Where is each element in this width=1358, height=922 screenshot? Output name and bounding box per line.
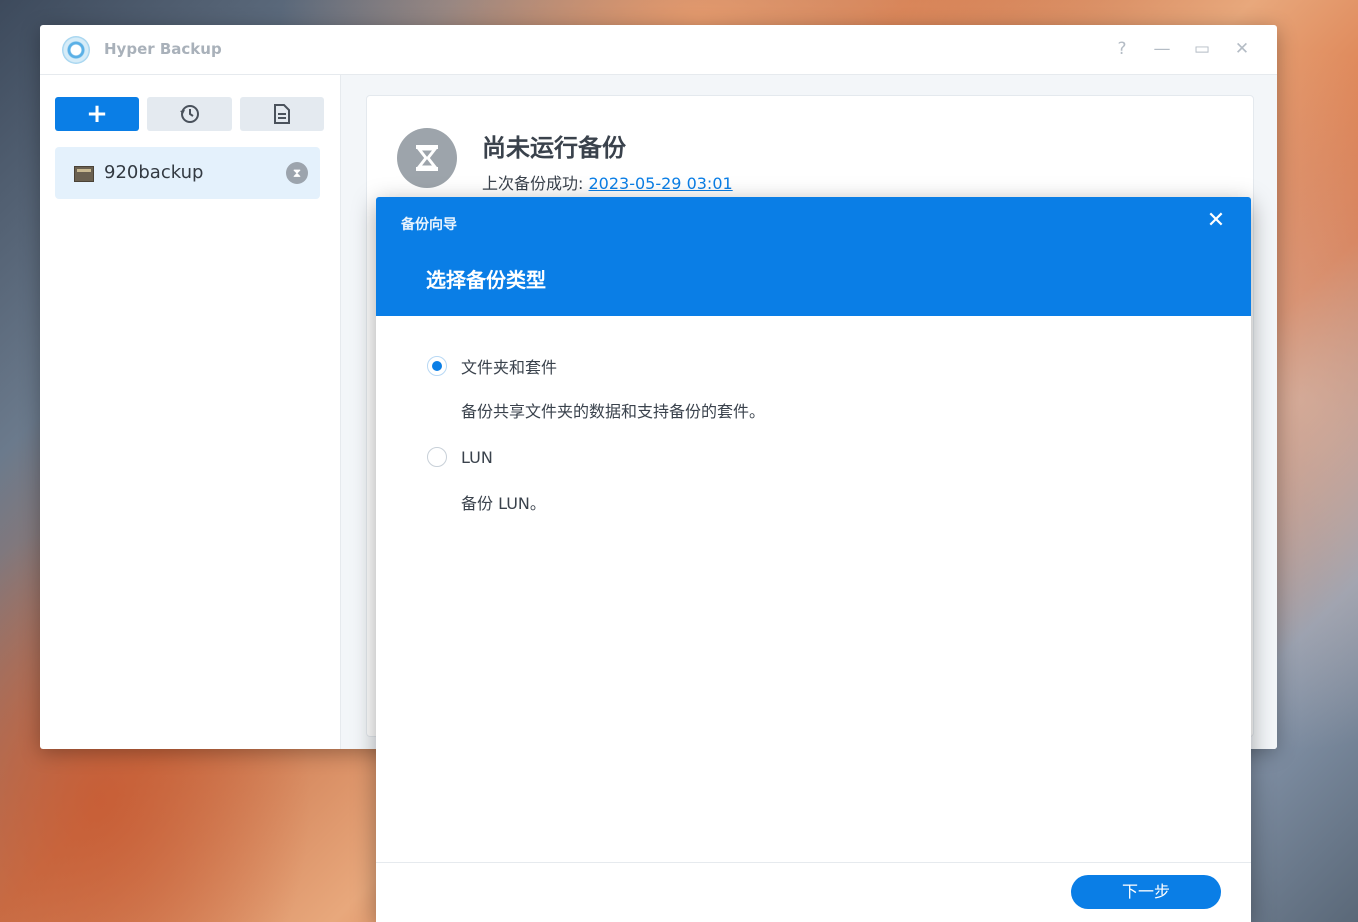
last-backup-line: 上次备份成功: 2023-05-29 03:01 <box>482 170 733 194</box>
backup-wizard-dialog: 备份向导 ✕ 选择备份类型 文件夹和套件 备份共享文件夹的数据和支持备份的套件。… <box>376 197 1251 922</box>
status-title: 尚未运行备份 <box>482 134 626 162</box>
maximize-icon[interactable]: ▭ <box>1191 38 1213 60</box>
next-button[interactable]: 下一步 <box>1071 875 1221 909</box>
task-item-920backup[interactable]: 920backup ⧗ <box>55 147 320 199</box>
hourglass-icon: ⧗ <box>286 162 308 184</box>
status-hourglass-icon <box>397 128 457 188</box>
last-backup-time-link[interactable]: 2023-05-29 03:01 <box>589 174 733 193</box>
nas-device-icon <box>74 166 94 182</box>
option-lun[interactable]: LUN <box>427 447 493 467</box>
restore-history-button[interactable] <box>147 97 232 131</box>
option-folders-packages[interactable]: 文件夹和套件 <box>427 354 557 378</box>
option-label: LUN <box>461 447 493 467</box>
wizard-header: 备份向导 ✕ 选择备份类型 <box>376 197 1251 316</box>
close-icon[interactable]: ✕ <box>1204 209 1228 233</box>
minimize-icon[interactable]: — <box>1151 38 1173 60</box>
add-task-button[interactable]: + <box>55 97 139 131</box>
history-icon <box>179 105 199 123</box>
radio-lun[interactable] <box>427 447 447 467</box>
option-description: 备份 LUN。 <box>461 494 546 513</box>
option-description: 备份共享文件夹的数据和支持备份的套件。 <box>461 402 766 421</box>
task-label: 920backup <box>104 162 204 183</box>
close-window-icon[interactable]: ✕ <box>1231 38 1253 60</box>
wizard-name: 备份向导 <box>401 217 457 233</box>
hyper-backup-logo-icon <box>62 36 90 64</box>
help-icon[interactable]: ? <box>1111 38 1133 60</box>
document-icon <box>274 104 290 124</box>
last-backup-label: 上次备份成功: <box>482 174 584 193</box>
wizard-step-title: 选择备份类型 <box>426 268 546 292</box>
log-button[interactable] <box>240 97 324 131</box>
sidebar: + 920backup ⧗ <box>40 75 341 749</box>
wizard-footer: 下一步 <box>376 862 1251 922</box>
app-title: Hyper Backup <box>104 40 222 58</box>
option-label: 文件夹和套件 <box>461 358 558 377</box>
window-titlebar: Hyper Backup ? — ▭ ✕ <box>40 25 1277 75</box>
radio-folders-packages[interactable] <box>427 356 447 376</box>
